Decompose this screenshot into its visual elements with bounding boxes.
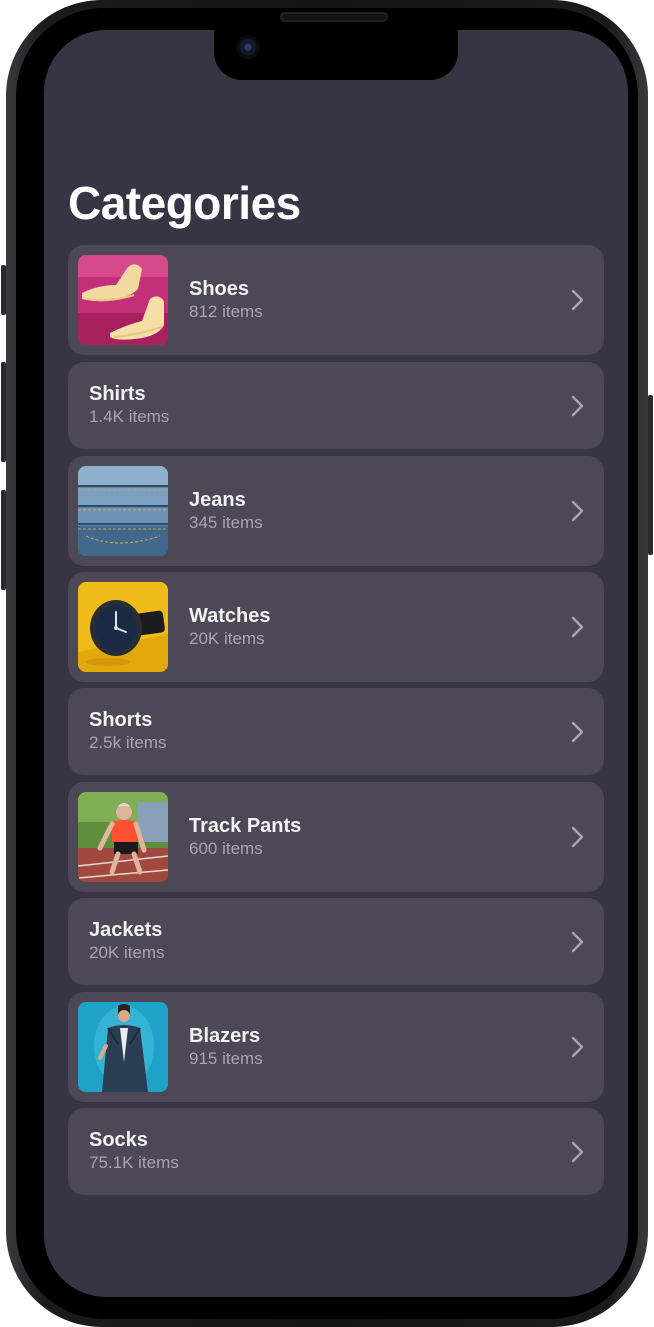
chevron-right-icon: [571, 395, 584, 416]
chevron-right-icon: [571, 616, 584, 638]
chevron-right-icon: [571, 289, 584, 311]
volume-up-button: [1, 362, 6, 462]
category-count: 75.1K items: [89, 1153, 179, 1172]
jeans-photo: [78, 466, 168, 556]
category-name: Blazers: [189, 1025, 261, 1047]
screen: Categories Shoes 812 items Shirts 1.4K i…: [44, 30, 628, 1297]
category-row-track-pants[interactable]: Track Pants 600 items: [68, 782, 604, 892]
runner-photo: [78, 792, 168, 882]
category-name: Track Pants: [189, 815, 302, 837]
category-name: Jackets: [89, 919, 163, 941]
category-row-jackets[interactable]: Jackets 20K items: [68, 898, 604, 985]
chevron-right-icon: [571, 500, 584, 522]
category-row-blazers[interactable]: Blazers 915 items: [68, 992, 604, 1102]
category-row-shorts[interactable]: Shorts 2.5k items: [68, 688, 604, 775]
category-count: 20K items: [189, 629, 265, 648]
phone-frame: Categories Shoes 812 items Shirts 1.4K i…: [1, 0, 653, 1327]
notch: [214, 30, 458, 80]
chevron-right-icon: [571, 931, 584, 952]
category-count: 915 items: [189, 1049, 263, 1068]
volume-down-button: [1, 490, 6, 590]
category-count: 812 items: [189, 302, 263, 321]
shoes-photo: [78, 255, 168, 345]
category-name: Jeans: [189, 489, 246, 511]
power-button: [648, 395, 653, 555]
chevron-right-icon: [571, 1036, 584, 1058]
category-name: Watches: [189, 605, 271, 627]
front-camera-icon: [236, 35, 260, 59]
category-row-socks[interactable]: Socks 75.1K items: [68, 1108, 604, 1195]
watch-photo: [78, 582, 168, 672]
category-name: Shoes: [189, 278, 250, 300]
page-title: Categories: [68, 177, 301, 229]
category-row-jeans[interactable]: Jeans 345 items: [68, 456, 604, 566]
chevron-right-icon: [571, 1141, 584, 1162]
category-row-watches[interactable]: Watches 20K items: [68, 572, 604, 682]
chevron-right-icon: [571, 826, 584, 848]
chevron-right-icon: [571, 721, 584, 742]
category-name: Socks: [89, 1129, 148, 1151]
category-count: 600 items: [189, 839, 263, 858]
category-count: 2.5k items: [89, 733, 167, 752]
category-row-shoes[interactable]: Shoes 812 items: [68, 245, 604, 355]
category-count: 345 items: [189, 513, 263, 532]
earpiece-speaker: [280, 12, 388, 22]
category-name: Shirts: [89, 383, 146, 405]
category-count: 1.4K items: [89, 407, 170, 426]
blazer-photo: [78, 1002, 168, 1092]
category-count: 20K items: [89, 943, 165, 962]
category-row-shirts[interactable]: Shirts 1.4K items: [68, 362, 604, 449]
mute-switch: [1, 265, 6, 315]
category-name: Shorts: [89, 709, 153, 731]
